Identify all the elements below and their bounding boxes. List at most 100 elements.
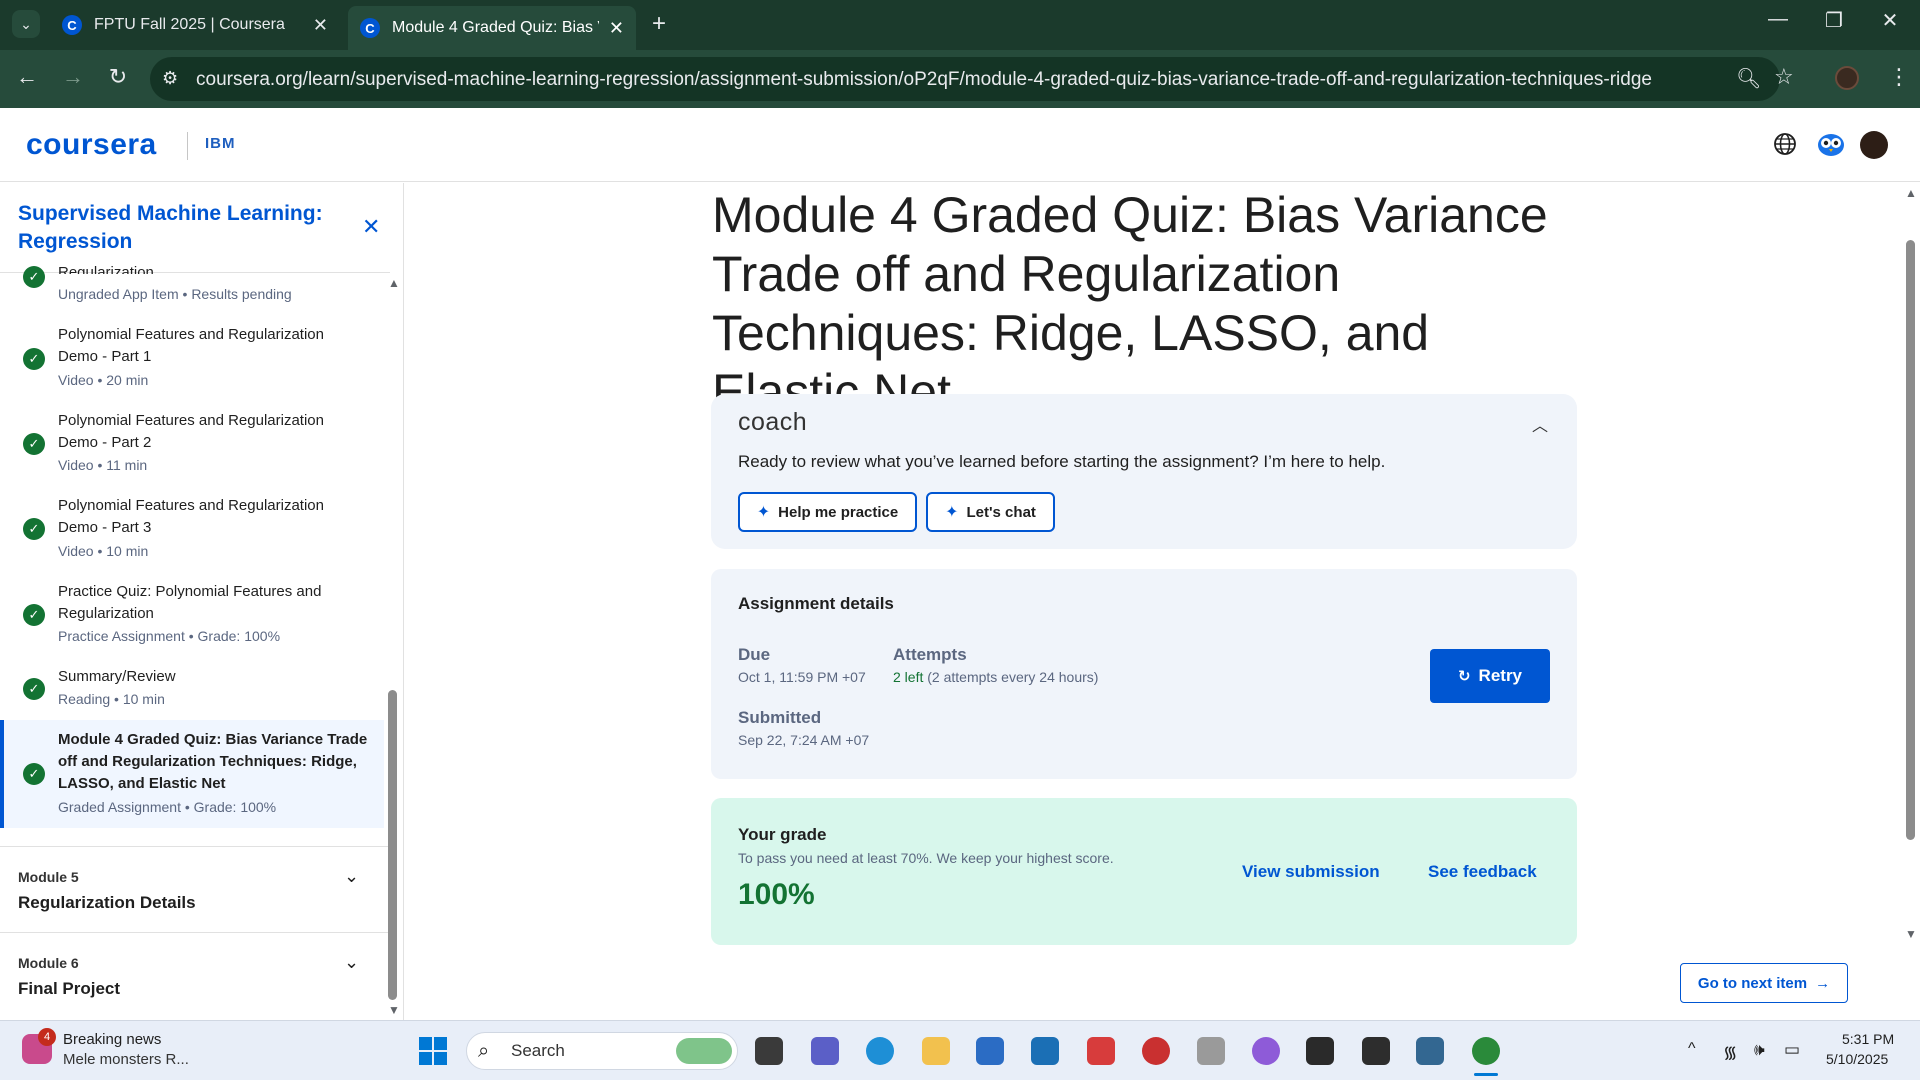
retry-button[interactable]: ↻ Retry bbox=[1430, 649, 1550, 703]
forward-button[interactable]: → bbox=[58, 64, 88, 90]
partner-logo[interactable]: IBM bbox=[205, 135, 236, 152]
grade-value: 100% bbox=[738, 878, 815, 911]
coach-logo: coach bbox=[738, 408, 808, 436]
assignment-heading: Assignment details bbox=[738, 594, 894, 613]
submitted-value: Sep 22, 7:24 AM +07 bbox=[738, 732, 870, 748]
copilot-icon[interactable] bbox=[1252, 1037, 1280, 1065]
teams-icon[interactable] bbox=[811, 1037, 839, 1065]
app-icon[interactable] bbox=[1142, 1037, 1170, 1065]
clock-time[interactable]: 5:31 PM bbox=[1842, 1031, 1894, 1047]
button-label: Retry bbox=[1478, 666, 1523, 685]
list-item-meta: Graded Assignment • Grade: 100% bbox=[58, 799, 277, 815]
list-item-meta: Practice Assignment • Grade: 100% bbox=[58, 628, 281, 644]
scroll-down-arrow-icon[interactable]: ▼ bbox=[388, 1003, 400, 1017]
zoom-icon[interactable]: 🔍︎ bbox=[1736, 66, 1761, 91]
chrome-icon[interactable] bbox=[1472, 1037, 1500, 1065]
clock-date[interactable]: 5/10/2025 bbox=[1826, 1051, 1888, 1067]
search-icon: ⌕ bbox=[478, 1040, 490, 1062]
coach-owl-icon[interactable] bbox=[1816, 131, 1846, 157]
new-tab-button[interactable]: + bbox=[652, 10, 666, 38]
attempts-label: Attempts bbox=[893, 645, 967, 664]
tab-title: FPTU Fall 2025 | Coursera bbox=[94, 16, 285, 33]
store-icon[interactable] bbox=[976, 1037, 1004, 1065]
browser-profile-avatar[interactable] bbox=[1835, 66, 1859, 90]
browser-tab-active[interactable]: C Module 4 Graded Quiz: Bias Var ✕ bbox=[348, 6, 636, 50]
submitted-label: Submitted bbox=[738, 708, 822, 727]
chevron-up-icon[interactable]: ︿ bbox=[1532, 412, 1548, 436]
sidebar-scrollbar[interactable] bbox=[388, 690, 397, 1000]
browser-menu-icon[interactable]: ⋮ bbox=[1888, 64, 1910, 90]
bookmark-star-icon[interactable]: ☆ bbox=[1774, 64, 1794, 90]
reload-button[interactable]: ↻ bbox=[103, 64, 133, 90]
file-explorer-icon[interactable] bbox=[922, 1037, 950, 1065]
wifi-icon[interactable]: ᯾ bbox=[1723, 1040, 1737, 1063]
task-view-icon[interactable] bbox=[755, 1037, 783, 1065]
main-scrollbar[interactable] bbox=[1906, 240, 1915, 840]
coursera-logo[interactable]: coursera bbox=[26, 128, 157, 162]
scroll-up-arrow-icon[interactable]: ▲ bbox=[388, 276, 400, 290]
app-icon[interactable] bbox=[1306, 1037, 1334, 1065]
chevron-down-icon[interactable]: ⌄ bbox=[344, 952, 359, 973]
go-to-next-item-button[interactable]: Go to next item → bbox=[1680, 963, 1848, 1003]
battery-icon[interactable]: ▭ bbox=[1784, 1040, 1800, 1060]
completed-check-icon: ✓ bbox=[23, 433, 45, 455]
restore-button[interactable]: ❐ bbox=[1814, 8, 1854, 33]
window-close-button[interactable]: ✕ bbox=[1870, 8, 1910, 33]
site-settings-icon[interactable]: ⚙ bbox=[162, 68, 178, 89]
news-title[interactable]: Breaking news bbox=[63, 1031, 161, 1048]
arrow-right-icon: → bbox=[1815, 974, 1831, 992]
lets-chat-button[interactable]: ✦ Let's chat bbox=[926, 492, 1055, 532]
volume-icon[interactable]: 🕪︎ bbox=[1754, 1040, 1765, 1060]
browser-tab[interactable]: C FPTU Fall 2025 | Coursera ✕ bbox=[50, 8, 340, 42]
app-icon[interactable] bbox=[1087, 1037, 1115, 1065]
scroll-up-arrow-icon[interactable]: ▲ bbox=[1905, 186, 1917, 200]
list-item-meta: Video • 11 min bbox=[58, 457, 148, 473]
tab-title: Module 4 Graded Quiz: Bias Var bbox=[392, 19, 599, 36]
sparkle-icon: ✦ bbox=[945, 504, 959, 521]
notification-badge: 4 bbox=[38, 1028, 56, 1046]
postgres-icon[interactable] bbox=[1416, 1037, 1444, 1065]
language-globe-icon[interactable] bbox=[1772, 131, 1798, 157]
chevron-down-icon[interactable]: ⌄ bbox=[344, 866, 359, 887]
url-text[interactable]: coursera.org/learn/supervised-machine-le… bbox=[196, 69, 1652, 91]
minimize-button[interactable]: — bbox=[1758, 8, 1798, 31]
back-button[interactable]: ← bbox=[12, 64, 42, 90]
list-item-title[interactable]: Module 4 Graded Quiz: Bias Variance Trad… bbox=[58, 729, 368, 795]
list-item-title[interactable]: Summary/Review bbox=[58, 666, 368, 688]
coach-message: Ready to review what you’ve learned befo… bbox=[738, 452, 1386, 471]
close-sidebar-icon[interactable]: ✕ bbox=[362, 214, 380, 240]
search-label: Search bbox=[511, 1041, 565, 1060]
completed-check-icon: ✓ bbox=[23, 266, 45, 288]
module-name[interactable]: Final Project bbox=[18, 979, 120, 999]
tab-search-button[interactable]: ⌄ bbox=[12, 10, 40, 38]
see-feedback-link[interactable]: See feedback bbox=[1428, 862, 1537, 882]
coursera-favicon-icon: C bbox=[360, 18, 380, 38]
tab-close-icon[interactable]: ✕ bbox=[313, 15, 328, 36]
app-icon[interactable] bbox=[1197, 1037, 1225, 1065]
view-submission-link[interactable]: View submission bbox=[1242, 862, 1380, 882]
nvidia-icon[interactable] bbox=[1362, 1037, 1390, 1065]
tab-close-icon[interactable]: ✕ bbox=[609, 18, 624, 39]
list-item-title[interactable]: Polynomial Features and Regularization D… bbox=[58, 324, 368, 368]
module-label: Module 5 bbox=[18, 869, 79, 885]
app-icon[interactable] bbox=[1031, 1037, 1059, 1065]
list-item-title[interactable]: Polynomial Features and Regularization D… bbox=[58, 410, 368, 454]
list-item-title[interactable]: Regularization bbox=[58, 262, 368, 274]
list-item-title[interactable]: Polynomial Features and Regularization D… bbox=[58, 495, 368, 539]
module-name[interactable]: Regularization Details bbox=[18, 893, 196, 913]
chevron-up-icon[interactable]: ^ bbox=[1688, 1040, 1696, 1058]
list-item-title[interactable]: Practice Quiz: Polynomial Features and R… bbox=[58, 581, 368, 625]
completed-check-icon: ✓ bbox=[23, 763, 45, 785]
edge-icon[interactable] bbox=[866, 1037, 894, 1065]
course-title[interactable]: Supervised Machine Learning: Regression bbox=[18, 200, 338, 256]
windows-taskbar bbox=[0, 1020, 1920, 1080]
list-item-meta: Video • 10 min bbox=[58, 543, 149, 559]
news-subtitle[interactable]: Mele monsters R... bbox=[63, 1051, 189, 1068]
help-me-practice-button[interactable]: ✦ Help me practice bbox=[738, 492, 917, 532]
user-avatar[interactable] bbox=[1860, 131, 1888, 159]
list-item-meta: Video • 20 min bbox=[58, 372, 149, 388]
scroll-down-arrow-icon[interactable]: ▼ bbox=[1905, 927, 1917, 941]
module-label: Module 6 bbox=[18, 955, 79, 971]
windows-start-icon[interactable] bbox=[418, 1036, 448, 1066]
sparkle-icon: ✦ bbox=[756, 504, 771, 521]
